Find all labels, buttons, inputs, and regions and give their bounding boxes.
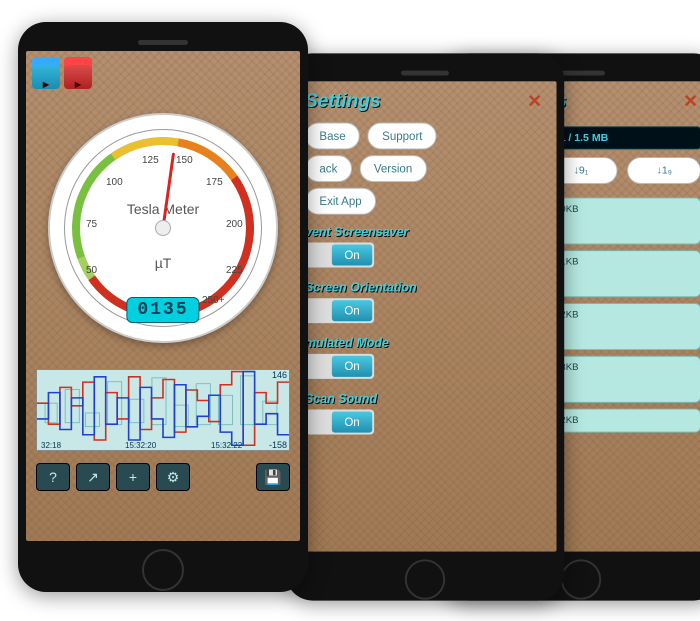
tick: 175	[206, 177, 223, 188]
home-button[interactable]	[142, 549, 184, 591]
indicator-red[interactable]: ▶	[64, 57, 92, 89]
home-button[interactable]	[561, 559, 601, 599]
support-button[interactable]: Support	[368, 123, 437, 150]
home-button[interactable]	[405, 559, 445, 599]
version-button[interactable]: Version	[359, 155, 426, 182]
setting-sound-toggle[interactable]: On	[305, 410, 374, 435]
chart: 146 -158 32:18 15:32:20 15:32:22	[36, 369, 290, 451]
chart-min: -158	[269, 440, 287, 450]
close-icon[interactable]: ✕	[524, 91, 545, 112]
sort-asc-button[interactable]: ↓1₉	[627, 157, 700, 184]
base-button[interactable]: Base	[305, 123, 360, 150]
digital-readout: 0135	[126, 297, 199, 323]
chart-time: 32:18	[41, 441, 61, 450]
settings-button[interactable]: ⚙	[156, 463, 190, 491]
share-button[interactable]: ↗	[76, 463, 110, 491]
tick: 75	[86, 219, 97, 230]
gauge-unit: µT	[50, 255, 276, 271]
settings-phone: Settings ✕ Base Support ack Version Exit…	[286, 53, 564, 600]
save-button[interactable]: 💾	[256, 463, 290, 491]
tick: 100	[106, 177, 123, 188]
setting-screensaver-label: vent Screensaver	[305, 224, 545, 238]
chart-time: 15:32:20	[125, 441, 156, 450]
setting-screensaver-toggle[interactable]: On	[305, 243, 374, 268]
tick: 150	[176, 155, 193, 166]
chart-max: 146	[272, 370, 287, 380]
help-button[interactable]: ?	[36, 463, 70, 491]
indicator-blue[interactable]: ▶	[32, 57, 60, 89]
tick: 125	[142, 155, 159, 166]
chart-time: 15:32:22	[211, 441, 242, 450]
tick: 250+	[202, 295, 225, 306]
add-button[interactable]: +	[116, 463, 150, 491]
close-icon[interactable]: ✕	[680, 91, 700, 112]
setting-orientation-toggle[interactable]: On	[305, 298, 374, 323]
back-button[interactable]: ack	[305, 155, 352, 182]
exit-button[interactable]: Exit App	[305, 188, 376, 215]
tick: 200	[226, 219, 243, 230]
settings-title: Settings	[305, 91, 381, 113]
setting-emulated-label: mulated Mode	[305, 336, 545, 350]
setting-sound-label: Scan Sound	[305, 391, 545, 405]
meter-phone: ▶ ▶ 50 75 100 125 150 175 200 225 250+ T…	[18, 22, 308, 592]
setting-orientation-label: Screen Orientation	[305, 280, 545, 294]
setting-emulated-toggle[interactable]: On	[305, 354, 374, 379]
gauge: 50 75 100 125 150 175 200 225 250+ Tesla…	[48, 113, 278, 343]
